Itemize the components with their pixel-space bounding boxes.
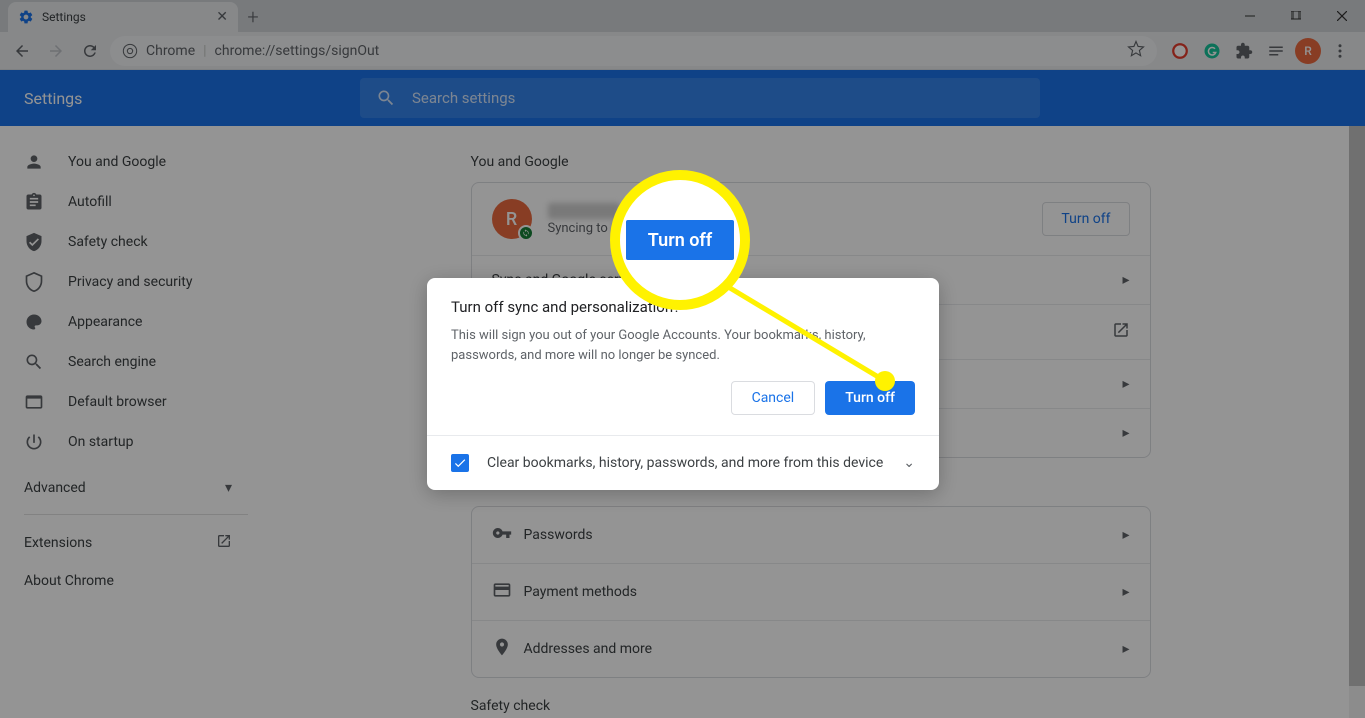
checkbox-label: Clear bookmarks, history, passwords, and… xyxy=(487,455,883,471)
highlight-label: Turn off xyxy=(626,220,734,260)
annotation-highlight-circle: Turn off xyxy=(610,170,750,310)
dialog-body: This will sign you out of your Google Ac… xyxy=(427,326,939,381)
checkbox-checked-icon[interactable] xyxy=(451,454,469,472)
cancel-button[interactable]: Cancel xyxy=(731,381,816,415)
clear-data-checkbox-row[interactable]: Clear bookmarks, history, passwords, and… xyxy=(427,436,939,490)
annotation-endpoint xyxy=(875,371,895,391)
chevron-down-icon: ⌄ xyxy=(903,455,915,471)
confirm-turn-off-button[interactable]: Turn off xyxy=(825,381,915,415)
